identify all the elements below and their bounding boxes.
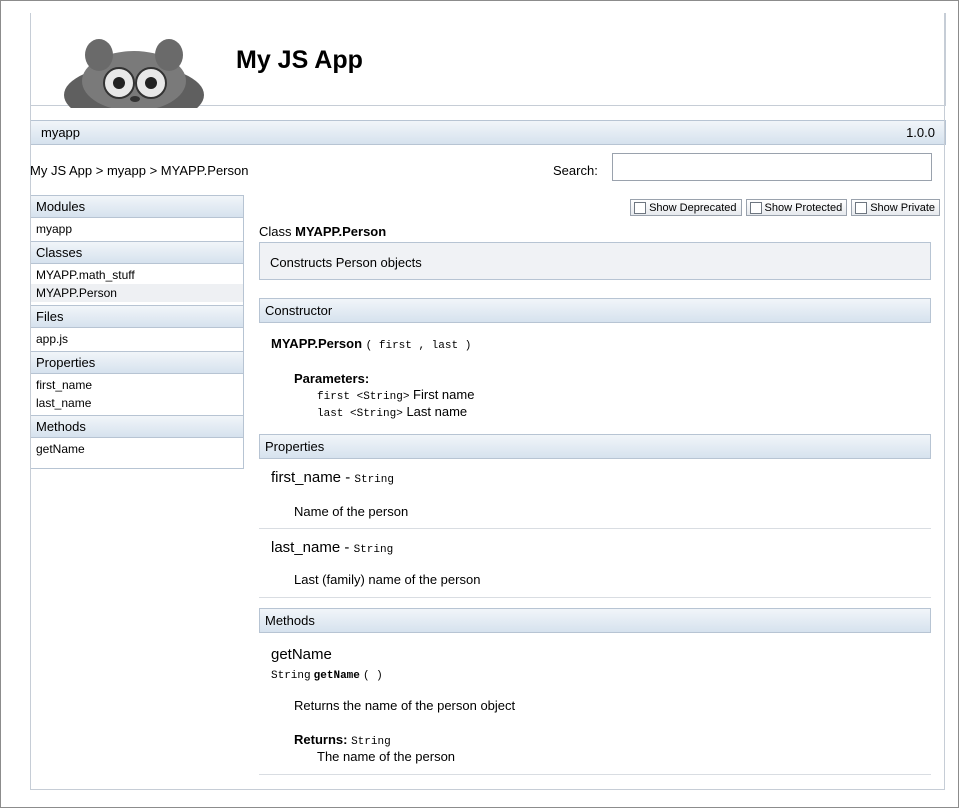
- returns-type: String: [351, 736, 391, 748]
- content-right-border: [944, 13, 945, 790]
- sidebar-item-math-stuff[interactable]: MYAPP.math_stuff: [31, 266, 243, 284]
- param-last-code: last <String>: [317, 408, 403, 420]
- breadcrumb[interactable]: My JS App > myapp > MYAPP.Person: [30, 163, 248, 178]
- property-first-name-desc: Name of the person: [294, 504, 409, 519]
- method-returns: Returns: String: [294, 732, 391, 748]
- divider: [259, 528, 931, 529]
- show-protected-label: Show Protected: [764, 201, 843, 214]
- property-name: first_name: [271, 469, 342, 486]
- returns-desc: The name of the person: [317, 749, 456, 764]
- checkbox-icon[interactable]: [749, 201, 762, 214]
- show-protected-toggle[interactable]: Show Protected: [745, 199, 848, 216]
- sidebar-item-getname[interactable]: getName: [31, 440, 243, 458]
- class-title: Class MYAPP.Person: [259, 224, 386, 239]
- method-getname-desc: Returns the name of the person object: [294, 698, 516, 713]
- constructor-name: MYAPP.Person: [271, 336, 363, 351]
- returns-label: Returns:: [294, 732, 348, 747]
- class-description: Constructs Person objects: [259, 242, 931, 280]
- method-sig-name: getName: [313, 670, 360, 682]
- sidebar-item-myapp[interactable]: myapp: [31, 220, 243, 238]
- property-sep: -: [341, 469, 355, 486]
- properties-heading: Properties: [259, 434, 931, 459]
- constructor-signature: MYAPP.Person ( first , last ): [271, 336, 471, 352]
- property-name: last_name: [271, 539, 341, 556]
- sidebar-item-app-js[interactable]: app.js: [31, 330, 243, 348]
- class-prefix: Class: [259, 224, 292, 239]
- checkbox-icon[interactable]: [855, 201, 868, 214]
- property-type: String: [354, 474, 394, 486]
- header: My JS App: [30, 13, 946, 108]
- param-last: last <String> Last name: [317, 404, 467, 420]
- method-getname-signature: String getName ( ): [271, 669, 383, 682]
- method-return-type: String: [271, 670, 311, 682]
- methods-heading: Methods: [259, 608, 931, 633]
- divider: [259, 774, 931, 775]
- param-last-desc: Last name: [406, 404, 468, 419]
- show-private-label: Show Private: [870, 201, 935, 214]
- module-version: 1.0.0: [906, 125, 935, 140]
- show-private-toggle[interactable]: Show Private: [851, 199, 940, 216]
- module-bar: myapp 1.0.0: [30, 120, 946, 145]
- param-first-desc: First name: [413, 387, 475, 402]
- param-first-code: first <String>: [317, 391, 410, 403]
- class-name: MYAPP.Person: [295, 224, 387, 239]
- page-frame: My JS App myapp 1.0.0 My JS App > myapp …: [0, 0, 959, 808]
- property-last-name: last_name - String: [271, 539, 393, 556]
- content-left-border: [30, 13, 31, 790]
- module-name[interactable]: myapp: [41, 125, 80, 140]
- sidebar: Modules myapp Classes MYAPP.math_stuff M…: [30, 195, 244, 469]
- property-first-name: first_name - String: [271, 469, 394, 486]
- sidebar-item-last-name[interactable]: last_name: [31, 394, 243, 412]
- search-input[interactable]: [612, 153, 932, 181]
- show-deprecated-label: Show Deprecated: [649, 201, 737, 214]
- content-bottom-border: [30, 789, 944, 790]
- visibility-toggles: Show Deprecated Show Protected Show Priv…: [630, 199, 940, 216]
- property-sep: -: [340, 539, 354, 556]
- sidebar-heading-modules: Modules: [31, 195, 243, 218]
- sidebar-heading-methods: Methods: [31, 415, 243, 438]
- show-deprecated-toggle[interactable]: Show Deprecated: [630, 199, 742, 216]
- method-getname-title: getName: [271, 646, 332, 663]
- checkbox-icon[interactable]: [634, 201, 647, 214]
- method-sig-args: ( ): [362, 670, 383, 682]
- property-last-name-desc: Last (family) name of the person: [294, 572, 481, 587]
- constructor-heading: Constructor: [259, 298, 931, 323]
- sidebar-item-person[interactable]: MYAPP.Person: [31, 284, 243, 302]
- tarsier-logo: [64, 39, 204, 108]
- divider: [259, 597, 931, 598]
- sidebar-item-first-name[interactable]: first_name: [31, 376, 243, 394]
- parameters-label: Parameters:: [294, 371, 370, 386]
- sidebar-heading-properties: Properties: [31, 351, 243, 374]
- sidebar-heading-classes: Classes: [31, 241, 243, 264]
- search-label: Search:: [553, 163, 598, 178]
- param-first: first <String> First name: [317, 387, 474, 403]
- sidebar-heading-files: Files: [31, 305, 243, 328]
- constructor-args: ( first , last ): [365, 340, 472, 352]
- property-type: String: [353, 544, 394, 556]
- app-title: My JS App: [236, 46, 363, 74]
